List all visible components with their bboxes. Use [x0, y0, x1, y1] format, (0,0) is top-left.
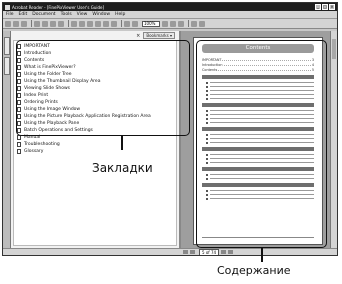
bookmark-item[interactable]: Glossary — [17, 148, 173, 155]
page-number-field[interactable]: 5 of 74 — [199, 248, 220, 255]
previous-page-icon[interactable] — [79, 20, 85, 27]
toolbar-separator — [31, 20, 32, 27]
close-button[interactable]: × — [329, 4, 335, 10]
menu-window[interactable]: Window — [92, 12, 110, 17]
bookmarks-options-menu[interactable]: Bookmarks ▾ — [143, 32, 175, 39]
last-page-icon[interactable] — [95, 20, 101, 27]
toolbar: 100% — [3, 19, 337, 29]
first-page-icon[interactable] — [71, 20, 77, 27]
maximize-button[interactable]: □ — [322, 4, 328, 10]
actual-size-icon[interactable] — [162, 20, 168, 27]
previous-page-icon[interactable] — [190, 250, 195, 254]
next-page-icon[interactable] — [87, 20, 93, 27]
app-icon — [5, 4, 10, 10]
print-icon[interactable] — [13, 20, 19, 27]
zoom-in-icon[interactable] — [132, 20, 138, 27]
navigation-tabs — [3, 31, 11, 248]
save-icon[interactable] — [21, 20, 27, 27]
zoom-tool-icon[interactable] — [50, 20, 56, 27]
vertical-scrollbar[interactable] — [330, 31, 337, 248]
menu-file[interactable]: File — [6, 12, 14, 17]
first-page-icon[interactable] — [183, 250, 188, 254]
show-hide-navigation-icon[interactable] — [34, 20, 40, 27]
contents-caption: Содержание — [217, 264, 291, 277]
bookmark-icon — [17, 149, 21, 154]
tab-thumbnails[interactable] — [3, 57, 10, 75]
bookmark-item[interactable]: Troubleshooting — [17, 141, 173, 148]
status-bar: 5 of 74 — [3, 248, 337, 255]
contents-callout-frame — [196, 40, 327, 248]
bookmarks-leader-line — [121, 136, 123, 150]
window-title: Acrobat Reader - [FinePixViewer User's G… — [12, 4, 105, 10]
hand-tool-icon[interactable] — [42, 20, 48, 27]
select-text-icon[interactable] — [58, 20, 64, 27]
open-icon[interactable] — [5, 20, 11, 27]
search-icon[interactable] — [199, 20, 205, 27]
screenshot-stage: Acrobat Reader - [FinePixViewer User's G… — [0, 0, 342, 284]
bookmarks-callout-frame — [16, 40, 190, 136]
go-forward-icon[interactable] — [111, 20, 117, 27]
zoom-out-icon[interactable] — [124, 20, 130, 27]
contents-leader-line — [261, 248, 263, 262]
fit-page-icon[interactable] — [170, 20, 176, 27]
title-bar: Acrobat Reader - [FinePixViewer User's G… — [3, 3, 337, 11]
menu-help[interactable]: Help — [115, 12, 125, 17]
last-page-icon[interactable] — [228, 250, 234, 254]
menu-edit[interactable]: Edit — [19, 12, 28, 17]
toolbar-separator — [188, 20, 189, 27]
menu-bar: File Edit Document Tools View Window Hel… — [3, 11, 337, 19]
next-page-icon[interactable] — [221, 250, 227, 254]
minimize-button[interactable]: _ — [315, 4, 321, 10]
fit-width-icon[interactable] — [178, 20, 184, 27]
toolbar-separator — [121, 20, 122, 27]
bookmark-icon — [17, 142, 21, 147]
menu-tools[interactable]: Tools — [61, 12, 72, 17]
menu-view[interactable]: View — [77, 12, 88, 17]
menu-document[interactable]: Document — [32, 12, 55, 17]
bookmarks-caption: Закладки — [92, 161, 153, 175]
go-back-icon[interactable] — [103, 20, 109, 27]
zoom-level-field[interactable]: 100% — [142, 20, 160, 27]
tab-bookmarks[interactable] — [3, 37, 10, 55]
toolbar-separator — [68, 20, 69, 27]
bookmarks-header: × Bookmarks ▾ — [11, 31, 179, 40]
scrollbar-thumb[interactable] — [332, 39, 336, 59]
find-icon[interactable] — [191, 20, 197, 27]
close-pane-icon[interactable]: × — [136, 33, 140, 39]
